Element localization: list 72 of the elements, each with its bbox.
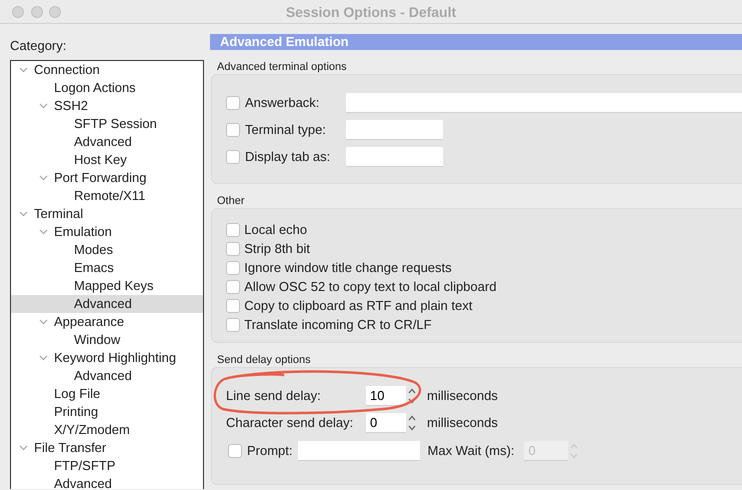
- tree-item[interactable]: Printing: [11, 402, 203, 420]
- tree-item[interactable]: FTP/SFTP: [11, 456, 203, 474]
- panel-title: Advanced Emulation: [210, 34, 742, 50]
- checkbox[interactable]: [228, 444, 242, 458]
- tree-item[interactable]: Appearance: [11, 312, 203, 330]
- window-control-button[interactable]: [49, 6, 61, 18]
- tree-item[interactable]: Advanced: [11, 132, 203, 150]
- chevron-icon[interactable]: [39, 173, 48, 182]
- checkbox[interactable]: [226, 260, 240, 274]
- tree-item[interactable]: Advanced: [11, 294, 203, 312]
- unit-label: milliseconds: [427, 386, 498, 405]
- tree-item[interactable]: Remote/X11: [11, 186, 203, 204]
- checkbox-label: Copy to clipboard as RTF and plain text: [244, 296, 472, 315]
- tree-item[interactable]: Advanced: [11, 366, 203, 384]
- number-field[interactable]: 10: [366, 386, 406, 406]
- tree-item[interactable]: Logon Actions: [11, 78, 203, 96]
- chevron-icon[interactable]: [19, 443, 28, 452]
- category-label: Category:: [10, 37, 68, 55]
- tree-item[interactable]: X/Y/Zmodem: [11, 420, 203, 438]
- tree-item[interactable]: Connection: [11, 60, 203, 78]
- chevron-icon[interactable]: [39, 101, 48, 110]
- checkbox-label: Ignore window title change requests: [244, 258, 452, 277]
- tree-item[interactable]: SSH2: [11, 96, 203, 114]
- window-control-button[interactable]: [30, 6, 42, 18]
- checkbox[interactable]: [226, 96, 240, 110]
- checkbox-label: Translate incoming CR to CR/LF: [244, 316, 432, 334]
- field-label: Answerback:: [245, 94, 320, 112]
- tree-item[interactable]: Host Key: [11, 150, 203, 168]
- tree-item[interactable]: Emacs: [11, 258, 203, 276]
- tree-item[interactable]: Window: [11, 330, 203, 348]
- chevron-icon[interactable]: [39, 353, 48, 362]
- field-label: Terminal type:: [245, 120, 327, 139]
- chevron-icon[interactable]: [19, 209, 28, 218]
- field-label: Display tab as:: [245, 148, 332, 166]
- field-label: Character send delay:: [226, 414, 354, 432]
- tree-item[interactable]: File Transfer: [11, 438, 203, 456]
- unit-label: milliseconds: [427, 414, 498, 432]
- checkbox[interactable]: [226, 150, 240, 164]
- tree-item[interactable]: Mapped Keys: [11, 276, 203, 294]
- group-title: Advanced terminal options: [216, 60, 348, 74]
- tree-item[interactable]: Log File: [11, 384, 203, 402]
- window-title: Session Options - Default: [286, 4, 456, 20]
- checkbox[interactable]: [226, 318, 240, 332]
- tree-item[interactable]: Keyword Highlighting: [11, 348, 203, 366]
- tree-item[interactable]: Advanced: [11, 474, 203, 489]
- chevron-icon[interactable]: [39, 317, 48, 326]
- field-label: Line send delay:: [226, 386, 322, 405]
- checkbox[interactable]: [226, 280, 240, 294]
- checkbox-label: Strip 8th bit: [244, 240, 310, 258]
- input-field[interactable]: [346, 92, 742, 112]
- input-field[interactable]: [346, 146, 443, 166]
- tree-item[interactable]: Modes: [11, 240, 203, 258]
- checkbox[interactable]: [226, 222, 240, 236]
- chevron-icon[interactable]: [19, 65, 28, 74]
- input-field[interactable]: [298, 441, 420, 461]
- field-label: Max Wait (ms):: [428, 442, 514, 460]
- number-field[interactable]: 0: [366, 412, 406, 432]
- checkbox-label: Local echo: [244, 220, 308, 239]
- checkbox[interactable]: [226, 122, 240, 136]
- checkbox[interactable]: [226, 298, 240, 312]
- tree-item[interactable]: Port Forwarding: [11, 168, 203, 186]
- group-title: Send delay options: [216, 353, 312, 367]
- tree-item[interactable]: Emulation: [11, 222, 203, 240]
- tree-item[interactable]: Terminal: [11, 204, 203, 222]
- window-control-button[interactable]: [12, 6, 24, 18]
- checkbox[interactable]: [226, 242, 240, 256]
- input-field[interactable]: [346, 120, 443, 140]
- group-title: Other: [216, 194, 246, 208]
- checkbox-label: Allow OSC 52 to copy text to local clipboard: [244, 278, 496, 296]
- field-label: Prompt:: [247, 442, 293, 460]
- tree-item[interactable]: SFTP Session: [11, 114, 203, 132]
- chevron-icon[interactable]: [39, 227, 48, 236]
